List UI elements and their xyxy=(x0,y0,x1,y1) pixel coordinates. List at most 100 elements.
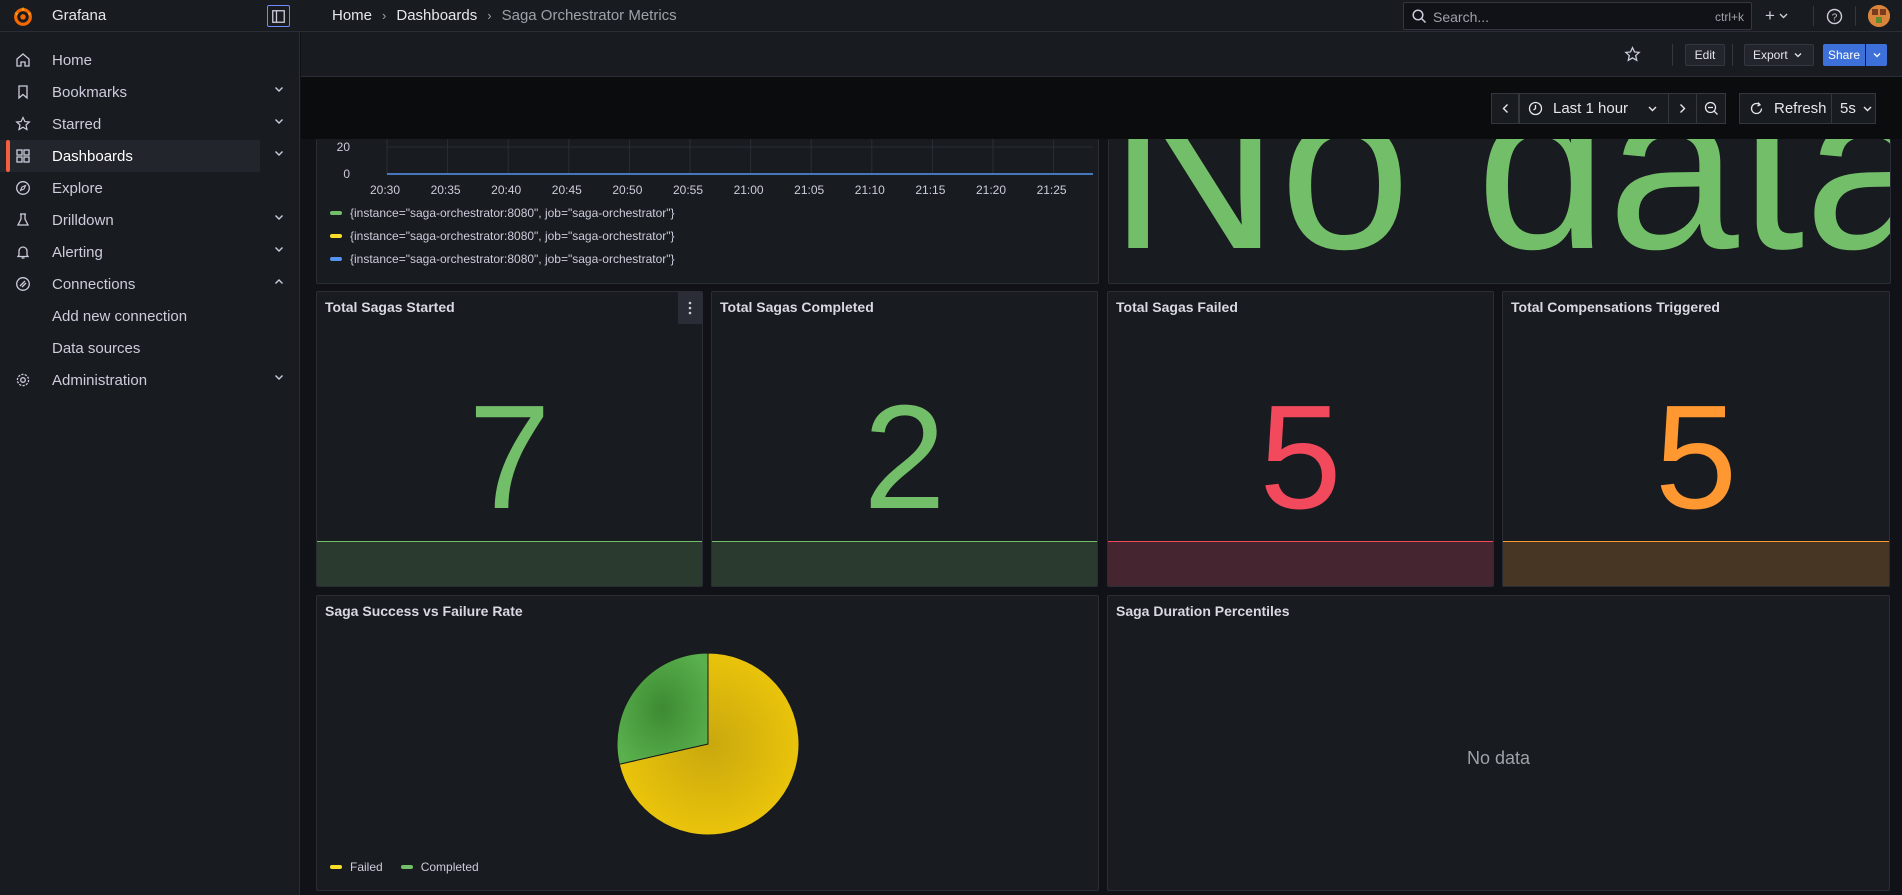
legend-swatch xyxy=(330,211,342,215)
stat-panel-sagas-started[interactable]: Total Sagas Started 7 xyxy=(316,291,703,587)
stat-value: 5 xyxy=(1259,375,1342,540)
app-name[interactable]: Grafana xyxy=(52,7,106,24)
help-icon[interactable]: ? xyxy=(1826,8,1843,25)
edit-button[interactable]: Edit xyxy=(1685,44,1725,66)
export-button[interactable]: Export xyxy=(1744,44,1814,66)
panel-title: Saga Success vs Failure Rate xyxy=(325,603,523,619)
chevron-right-icon xyxy=(1680,104,1686,113)
search-shortcut: ctrl+k xyxy=(1714,10,1744,24)
legend-label-completed[interactable]: Completed xyxy=(421,860,479,874)
sparkline-area xyxy=(712,541,1097,586)
avatar[interactable] xyxy=(1868,5,1890,27)
chevron-up-icon[interactable] xyxy=(274,278,284,285)
chevron-down-icon xyxy=(1863,106,1872,111)
share-button[interactable]: Share xyxy=(1823,44,1865,66)
breadcrumb-dashboards[interactable]: Dashboards xyxy=(396,7,477,24)
chevron-down-icon xyxy=(1873,53,1880,58)
search-icon xyxy=(1412,9,1427,24)
chevron-down-icon[interactable] xyxy=(274,374,284,381)
drilldown-icon xyxy=(16,213,30,226)
refresh-interval-label: 5s xyxy=(1840,100,1856,117)
dashboard-toolbar: Edit Export Share xyxy=(301,32,1902,77)
chevron-right-icon: › xyxy=(382,8,387,23)
top-bar: Grafana Home › Dashboards › Saga Orchest… xyxy=(0,0,1902,32)
dock-menu-button[interactable] xyxy=(267,5,290,27)
sidebar-item-explore[interactable]: Explore xyxy=(0,172,300,204)
chevron-down-icon[interactable] xyxy=(274,118,284,125)
refresh-interval-picker[interactable]: 5s xyxy=(1831,93,1876,124)
search-input[interactable]: Search... ctrl+k xyxy=(1403,2,1752,30)
star-icon[interactable] xyxy=(1624,46,1641,63)
divider xyxy=(1732,44,1733,66)
sidebar-item-drilldown[interactable]: Drilldown xyxy=(0,204,300,236)
panel-title: Total Compensations Triggered xyxy=(1511,299,1720,315)
sidebar-item-label: Dashboards xyxy=(52,148,133,165)
dashboards-icon xyxy=(16,149,30,163)
legend-item[interactable]: {instance="saga-orchestrator:8080", job=… xyxy=(330,206,675,220)
legend-item[interactable]: {instance="saga-orchestrator:8080", job=… xyxy=(330,252,675,266)
sidebar-item-alerting[interactable]: Alerting xyxy=(0,236,300,268)
legend-label-failed[interactable]: Failed xyxy=(350,860,383,874)
gear-icon xyxy=(16,373,30,387)
chevron-down-icon[interactable] xyxy=(274,246,284,253)
sparkline-area xyxy=(317,541,702,586)
sparkline-area xyxy=(1503,541,1889,586)
sidebar-subitem-add-new-connection[interactable]: Add new connection xyxy=(52,308,187,325)
chevron-down-icon xyxy=(1648,106,1657,111)
nodata-stat-panel: No data xyxy=(1108,139,1891,284)
sidebar-item-label: Explore xyxy=(52,180,103,197)
stat-panel-sagas-failed[interactable]: Total Sagas Failed 5 xyxy=(1107,291,1494,587)
zoom-out-button[interactable] xyxy=(1696,93,1726,124)
divider xyxy=(1813,6,1814,26)
x-tick-label: 21:15 xyxy=(915,183,945,197)
sidebar-item-bookmarks[interactable]: Bookmarks xyxy=(0,76,300,108)
chevron-down-icon[interactable] xyxy=(274,214,284,221)
panel-menu-button[interactable] xyxy=(678,292,702,324)
refresh-label: Refresh xyxy=(1774,100,1827,117)
panel-title: Total Sagas Started xyxy=(325,299,455,315)
duration-percentiles-panel[interactable]: Saga Duration Percentiles No data xyxy=(1107,595,1890,891)
sidebar-subitem-data-sources[interactable]: Data sources xyxy=(52,340,140,357)
sidebar-item-connections[interactable]: Connections xyxy=(0,268,300,300)
legend-item[interactable]: {instance="saga-orchestrator:8080", job=… xyxy=(330,229,675,243)
export-label: Export xyxy=(1753,48,1788,62)
stat-panel-compensations-triggered[interactable]: Total Compensations Triggered 5 xyxy=(1502,291,1890,587)
refresh-button[interactable]: Refresh xyxy=(1739,93,1832,124)
stat-panel-sagas-completed[interactable]: Total Sagas Completed 2 xyxy=(711,291,1098,587)
chevron-down-icon[interactable] xyxy=(274,150,284,157)
share-dropdown-button[interactable] xyxy=(1866,44,1887,66)
pie-legend: Failed Completed xyxy=(330,860,479,874)
time-range-picker[interactable]: Last 1 hour xyxy=(1519,93,1669,124)
pie-slice-completed[interactable] xyxy=(616,652,709,765)
legend-swatch xyxy=(330,234,342,238)
x-tick-label: 21:25 xyxy=(1037,183,1067,197)
sidebar-item-label: Drilldown xyxy=(52,212,114,229)
pie-chart-panel[interactable]: Saga Success vs Failure Rate Failed Comp… xyxy=(316,595,1099,891)
sidebar-item-dashboards[interactable]: Dashboards xyxy=(0,140,260,172)
stat-value: 5 xyxy=(1654,375,1738,540)
sidebar-item-starred[interactable]: Starred xyxy=(0,108,300,140)
x-tick-label: 21:10 xyxy=(855,183,885,197)
time-controls-bar: Last 1 hour Refresh 5s xyxy=(301,77,1902,139)
sidebar-item-home[interactable]: Home xyxy=(0,44,300,76)
home-icon xyxy=(16,53,30,67)
clock-icon xyxy=(1528,101,1543,116)
breadcrumb-home[interactable]: Home xyxy=(332,7,372,24)
legend-label: {instance="saga-orchestrator:8080", job=… xyxy=(350,229,675,243)
grafana-logo-icon[interactable] xyxy=(12,5,34,27)
time-shift-forward-button[interactable] xyxy=(1668,93,1697,124)
chevron-down-icon[interactable] xyxy=(274,86,284,93)
divider xyxy=(1855,6,1856,26)
sidebar: Home Bookmarks Starred Dashboards Explor… xyxy=(0,32,300,895)
sidebar-item-administration[interactable]: Administration xyxy=(0,364,300,396)
chevron-left-icon xyxy=(1502,104,1508,113)
zoom-out-icon xyxy=(1704,101,1718,115)
chevron-down-icon xyxy=(1794,53,1802,58)
new-button[interactable]: + xyxy=(1765,6,1788,26)
time-shift-back-button[interactable] xyxy=(1491,93,1519,124)
bookmark-icon xyxy=(18,85,28,100)
x-tick-label: 21:20 xyxy=(976,183,1006,197)
nodata-big-text: No data xyxy=(1109,139,1891,284)
sidebar-item-label: Home xyxy=(52,52,93,69)
chevron-right-icon: › xyxy=(487,8,492,23)
